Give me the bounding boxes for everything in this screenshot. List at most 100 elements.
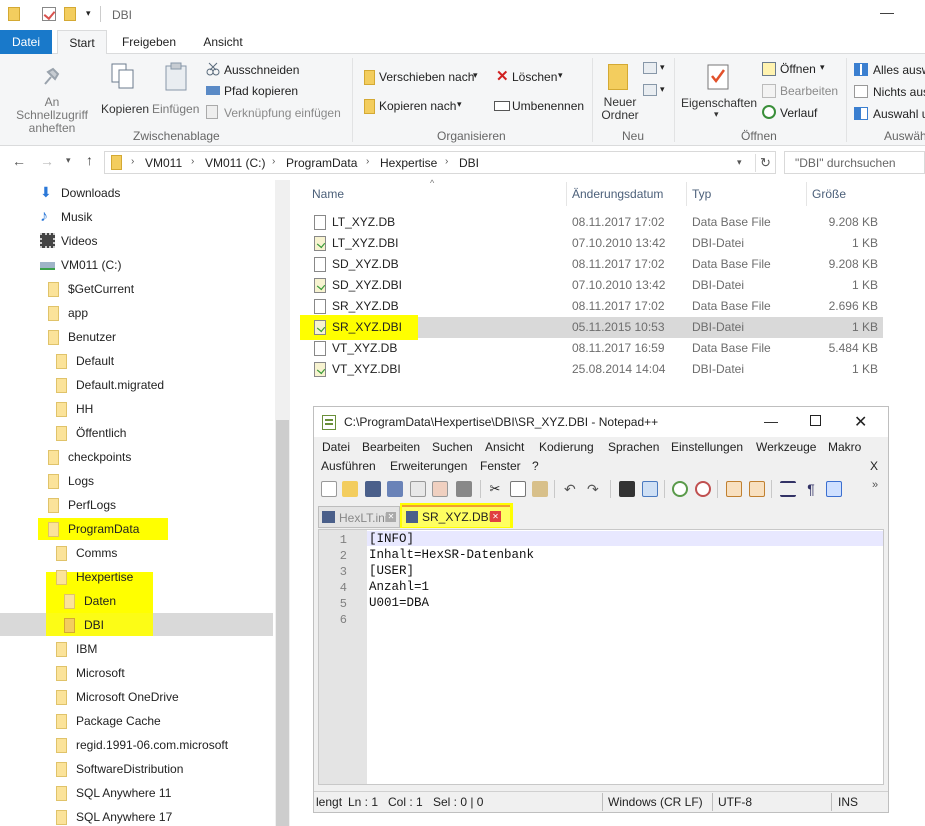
col-date[interactable]: Änderungsdatum bbox=[572, 187, 663, 201]
delete-dropdown-icon[interactable]: ▾ bbox=[558, 70, 563, 81]
code-line[interactable]: U001=DBA bbox=[369, 596, 429, 610]
address-dropdown-icon[interactable]: ▾ bbox=[737, 157, 742, 168]
npp-editor[interactable]: 1 2 3 4 5 6 [INFO] Inhalt=HexSR-Datenbank [USER… bbox=[318, 529, 884, 785]
file-row[interactable]: LT_XYZ.DB 08.11.2017 17:02 Data Base File 9… bbox=[300, 212, 883, 233]
sync-vertical-icon[interactable] bbox=[726, 481, 742, 497]
crumb-drive[interactable]: VM011 (C:) bbox=[205, 156, 265, 170]
tab-close-icon[interactable]: ✕ bbox=[386, 512, 396, 522]
easy-access-icon[interactable] bbox=[643, 84, 657, 96]
crumb-dbi[interactable]: DBI bbox=[459, 156, 479, 170]
close-file-icon[interactable] bbox=[410, 481, 426, 497]
invert-selection-button[interactable]: Auswahl u bbox=[873, 107, 925, 121]
npp-menu-item[interactable]: Makro bbox=[828, 440, 861, 454]
col-divider[interactable] bbox=[806, 182, 807, 206]
crumb-hexpertise[interactable]: Hexpertise bbox=[380, 156, 437, 170]
easy-access-dropdown-icon[interactable]: ▾ bbox=[660, 84, 665, 95]
paste-button[interactable]: Einfügen bbox=[152, 60, 202, 120]
select-none-button[interactable]: Nichts aus bbox=[873, 85, 925, 99]
npp-menu-item[interactable]: Datei bbox=[322, 440, 350, 454]
col-divider[interactable] bbox=[566, 182, 567, 206]
rename-button[interactable]: Umbenennen bbox=[512, 99, 584, 113]
find-icon[interactable] bbox=[619, 481, 635, 497]
file-row[interactable]: LT_XYZ.DBI 07.10.2010 13:42 DBI-Datei 1 KB bbox=[300, 233, 883, 254]
file-row[interactable]: SD_XYZ.DBI 07.10.2010 13:42 DBI-Datei 1 KB bbox=[300, 275, 883, 296]
npp-menu-item[interactable]: Ansicht bbox=[485, 440, 524, 454]
npp-menu-item[interactable]: Ausführen bbox=[321, 459, 376, 473]
file-row[interactable]: SD_XYZ.DB 08.11.2017 17:02 Data Base File 9… bbox=[300, 254, 883, 275]
forward-arrow-icon[interactable]: → bbox=[40, 153, 54, 169]
history-button[interactable]: Verlauf bbox=[780, 106, 817, 120]
npp-minimize-icon[interactable]: — bbox=[764, 413, 778, 429]
cut-button[interactable]: Ausschneiden bbox=[224, 63, 299, 77]
quick-access-dropdown-icon[interactable]: ▾ bbox=[86, 8, 91, 19]
code-line[interactable]: [USER] bbox=[369, 564, 414, 578]
toolbar-overflow-icon[interactable]: » bbox=[872, 479, 878, 491]
close-all-icon[interactable] bbox=[432, 481, 448, 497]
paste-icon[interactable] bbox=[532, 481, 548, 497]
col-divider[interactable] bbox=[686, 182, 687, 206]
edit-button[interactable]: Bearbeiten bbox=[780, 84, 838, 98]
up-arrow-icon[interactable]: ↑ bbox=[86, 152, 93, 168]
address-bar[interactable]: › VM011 › VM011 (C:) › ProgramData › Hex… bbox=[104, 151, 776, 174]
move-to-dropdown-icon[interactable]: ▾ bbox=[473, 70, 478, 81]
tab-freigeben[interactable]: Freigeben bbox=[113, 30, 185, 54]
npp-menu-item[interactable]: Bearbeiten bbox=[362, 440, 420, 454]
npp-menu-item[interactable]: Erweiterungen bbox=[390, 459, 467, 473]
col-name[interactable]: Name bbox=[312, 187, 344, 201]
properties-check-icon[interactable] bbox=[42, 7, 56, 21]
refresh-icon[interactable]: ↻ bbox=[760, 155, 771, 171]
npp-menu-close[interactable]: X bbox=[870, 459, 878, 473]
undo-icon[interactable]: ↶ bbox=[564, 481, 580, 497]
move-to-button[interactable]: Verschieben nach bbox=[379, 70, 474, 84]
code-line[interactable]: Anzahl=1 bbox=[369, 580, 429, 594]
crumb-programdata[interactable]: ProgramData bbox=[286, 156, 357, 170]
copy-button[interactable]: Kopieren bbox=[99, 60, 149, 120]
npp-menu-item[interactable]: Sprachen bbox=[608, 440, 659, 454]
redo-icon[interactable]: ↷ bbox=[587, 481, 603, 497]
select-all-button[interactable]: Alles ausw bbox=[873, 63, 925, 77]
npp-menu-item[interactable]: Kodierung bbox=[539, 440, 594, 454]
minimize-button[interactable]: — bbox=[880, 4, 894, 20]
zoom-out-icon[interactable] bbox=[695, 481, 711, 497]
copy-icon[interactable] bbox=[510, 481, 526, 497]
open-button[interactable]: Öffnen bbox=[780, 62, 816, 76]
nav-scrollbar-thumb[interactable] bbox=[276, 420, 289, 826]
delete-button[interactable]: Löschen bbox=[512, 70, 557, 84]
npp-maximize-icon[interactable] bbox=[810, 415, 821, 426]
file-row[interactable]: SR_XYZ.DB 08.11.2017 17:02 Data Base File 2… bbox=[300, 296, 883, 317]
folder-icon[interactable] bbox=[8, 7, 20, 21]
search-box[interactable]: "DBI" durchsuchen bbox=[784, 151, 925, 174]
new-file-icon[interactable] bbox=[321, 481, 337, 497]
npp-menu-item[interactable]: Fenster bbox=[480, 459, 521, 473]
new-folder-icon[interactable] bbox=[64, 7, 76, 21]
new-folder-button[interactable]: Neuer Ordner bbox=[596, 60, 642, 126]
code-line[interactable]: Inhalt=HexSR-Datenbank bbox=[369, 548, 534, 562]
tab-ansicht[interactable]: Ansicht bbox=[192, 30, 254, 54]
col-type[interactable]: Typ bbox=[692, 187, 711, 201]
open-file-icon[interactable] bbox=[342, 481, 358, 497]
tab-close-icon[interactable]: ✕ bbox=[490, 511, 501, 522]
word-wrap-icon[interactable] bbox=[780, 481, 796, 497]
col-size[interactable]: Größe bbox=[812, 187, 846, 201]
file-row[interactable]: SR_XYZ.DBI 05.11.2015 10:53 DBI-Datei 1 KB bbox=[300, 317, 883, 338]
replace-icon[interactable] bbox=[642, 481, 658, 497]
copy-to-dropdown-icon[interactable]: ▾ bbox=[457, 99, 462, 110]
npp-menu-item[interactable]: Einstellungen bbox=[671, 440, 743, 454]
open-dropdown-icon[interactable]: ▾ bbox=[820, 62, 825, 73]
search-input[interactable]: "DBI" durchsuchen bbox=[795, 156, 896, 170]
zoom-in-icon[interactable] bbox=[672, 481, 688, 497]
show-all-chars-icon[interactable]: ¶ bbox=[803, 481, 819, 497]
new-item-icon[interactable] bbox=[643, 62, 657, 74]
npp-tab-sr-xyz[interactable]: SR_XYZ.DBI ✕ bbox=[402, 505, 510, 527]
tab-start[interactable]: Start bbox=[57, 30, 107, 55]
indent-guide-icon[interactable] bbox=[826, 481, 842, 497]
cut-icon[interactable]: ✂ bbox=[487, 481, 503, 497]
copy-to-button[interactable]: Kopieren nach bbox=[379, 99, 456, 113]
paste-shortcut-button[interactable]: Verknüpfung einfügen bbox=[224, 106, 341, 120]
pin-quick-access-button[interactable]: An Schnellzugriff anheften bbox=[6, 60, 96, 135]
file-row[interactable]: VT_XYZ.DB 08.11.2017 16:59 Data Base File 5… bbox=[300, 338, 883, 359]
properties-button[interactable]: Eigenschaften ▾ bbox=[678, 60, 758, 126]
file-row[interactable]: VT_XYZ.DBI 25.08.2014 14:04 DBI-Datei 1 KB bbox=[300, 359, 883, 380]
back-arrow-icon[interactable]: ← bbox=[12, 153, 26, 169]
save-all-icon[interactable] bbox=[387, 481, 403, 497]
